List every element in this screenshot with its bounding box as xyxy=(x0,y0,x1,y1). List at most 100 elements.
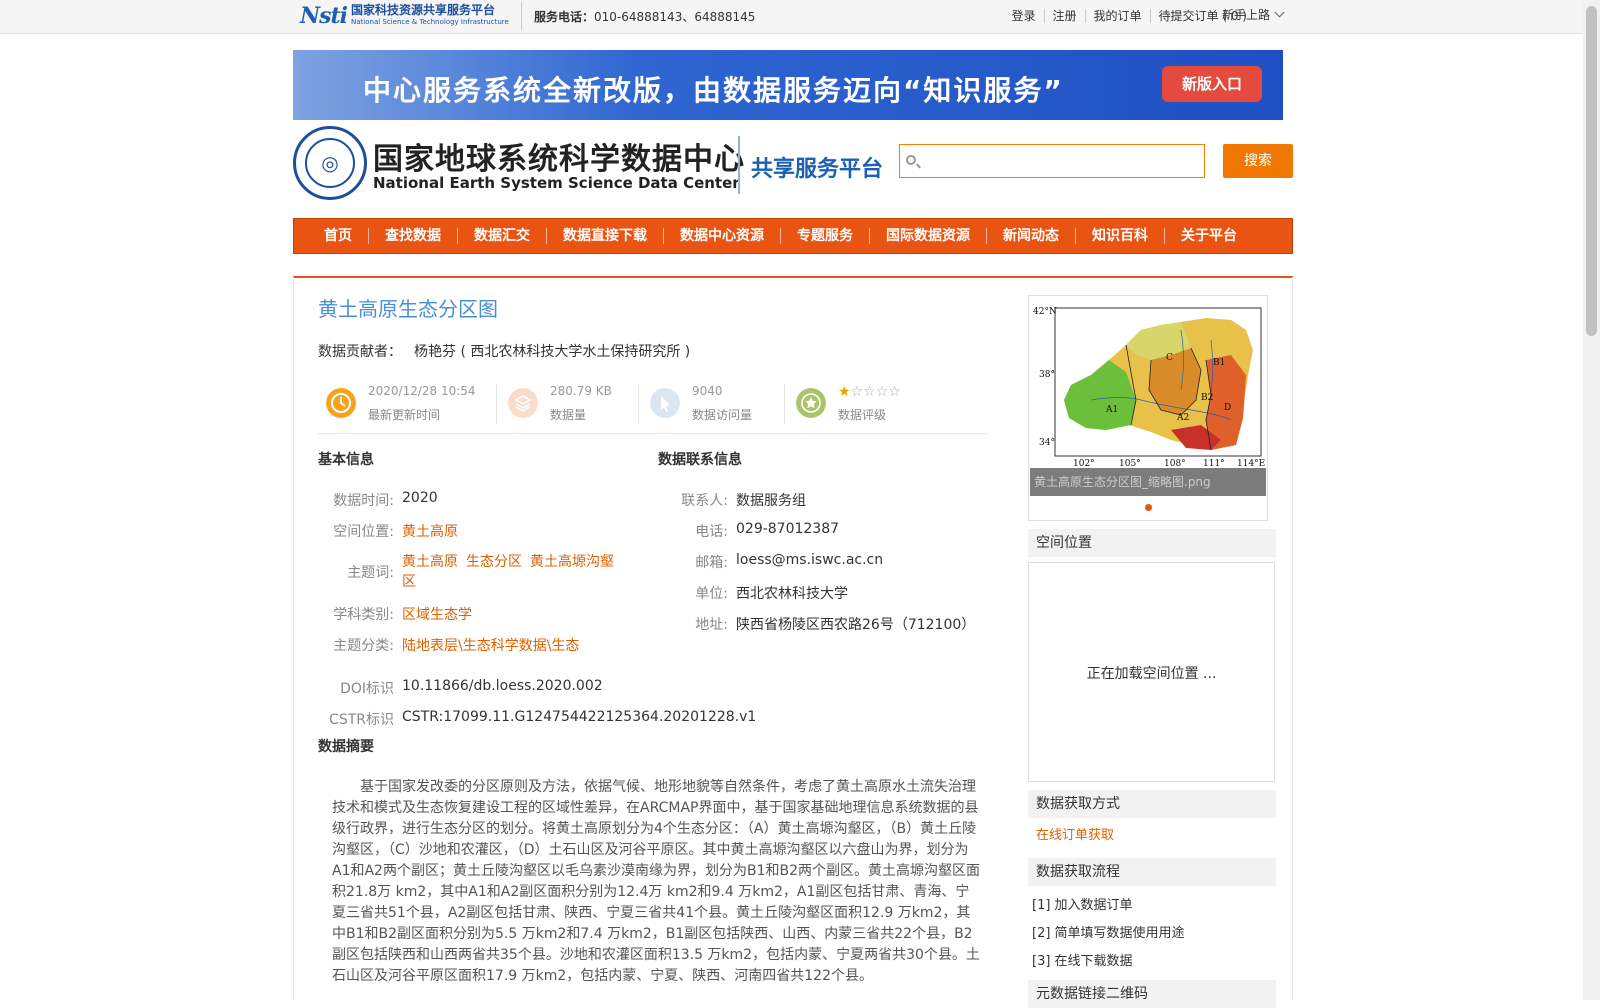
star-badge-icon xyxy=(796,388,826,418)
nsti-logo-mark: Nsti xyxy=(300,3,348,29)
field-doi: DOI标识 10.11866/db.loess.2020.002 xyxy=(318,678,603,698)
rating-star-icon[interactable]: ☆ xyxy=(876,384,889,400)
header-divider xyxy=(738,136,740,194)
spatial-location-header: 空间位置 xyxy=(1028,529,1276,557)
field-unit: 单位: 西北农林科技大学 xyxy=(652,583,848,603)
access-process-header: 数据获取流程 xyxy=(1028,858,1276,886)
field-label: 主题词: xyxy=(347,565,394,581)
emblem-inner: ◎ xyxy=(305,138,355,188)
keyword-link[interactable]: 黄土高原 xyxy=(402,554,458,570)
cursor-icon xyxy=(650,388,680,418)
map-region-label: B1 xyxy=(1213,358,1225,368)
field-subject: 学科类别: 区域生态学 xyxy=(318,604,472,624)
dataset-stats: 2020/12/28 10:54 最新更新时间 280.79 KB 数据量 90… xyxy=(318,380,988,434)
nav-news[interactable]: 新闻动态 xyxy=(987,228,1076,244)
rating-stars[interactable]: ★☆☆☆☆ xyxy=(838,384,901,400)
scrollbar-thumb[interactable] xyxy=(1586,6,1597,336)
keyword-link[interactable]: 生态分区 xyxy=(466,554,522,570)
process-step: [1] 加入数据订单 xyxy=(1032,898,1133,913)
abstract-text: 基于国家发改委的分区原则及方法，依据气候、地形地貌等自然条件，考虑了黄土高原水土… xyxy=(332,779,980,984)
field-value: 029-87012387 xyxy=(736,521,840,537)
search-button[interactable]: 搜索 xyxy=(1223,144,1293,178)
field-label: DOI标识 xyxy=(340,681,394,697)
rating-star-icon[interactable]: ☆ xyxy=(863,384,876,400)
org-name-cn: 国家地球系统科学数据中心 xyxy=(373,142,745,177)
login-link[interactable]: 登录 xyxy=(1004,9,1045,23)
subject-link[interactable]: 区域生态学 xyxy=(402,604,472,624)
rating-star-icon[interactable]: ★ xyxy=(838,384,851,400)
map-region-label: D xyxy=(1224,403,1231,413)
nav-international-resources[interactable]: 国际数据资源 xyxy=(870,228,987,244)
dataset-title: 黄土高原生态分区图 xyxy=(318,297,498,321)
updated-label: 最新更新时间 xyxy=(368,408,441,422)
nav-special-services[interactable]: 专题服务 xyxy=(781,228,870,244)
ncdc-emblem-logo[interactable]: ◎ xyxy=(293,126,367,200)
field-label: CSTR标识 xyxy=(329,712,394,728)
rating-star-icon[interactable]: ☆ xyxy=(888,384,901,400)
nav-about[interactable]: 关于平台 xyxy=(1165,228,1253,244)
category-link[interactable]: 陆地表层\生态科学数据\生态 xyxy=(402,635,579,655)
contributor-value: 杨艳芬 ( 西北农林科技大学水土保持研究所 ) xyxy=(414,344,691,360)
search-input[interactable] xyxy=(922,151,1192,171)
field-value: 2020 xyxy=(402,490,438,506)
field-cstr: CSTR标识 CSTR:17099.11.G124754422125364.20… xyxy=(318,709,756,729)
visits-label: 数据访问量 xyxy=(692,408,753,422)
field-label: 单位: xyxy=(695,586,728,602)
newbie-guide-dropdown[interactable]: 新手上路 xyxy=(1222,6,1285,23)
spatial-location-link[interactable]: 黄土高原 xyxy=(402,521,458,541)
nav-data-submission[interactable]: 数据汇交 xyxy=(458,228,547,244)
doi-value: 10.11866/db.loess.2020.002 xyxy=(402,678,603,694)
nav-knowledge[interactable]: 知识百科 xyxy=(1076,228,1165,244)
nav-home[interactable]: 首页 xyxy=(308,228,369,244)
visits-value: 9040 xyxy=(692,384,723,398)
field-label: 地址: xyxy=(695,617,728,633)
new-version-button[interactable]: 新版入口 xyxy=(1162,66,1262,102)
stat-size: 280.79 KB 数据量 xyxy=(500,380,640,426)
online-order-link[interactable]: 在线订单获取 xyxy=(1036,824,1114,843)
clock-icon xyxy=(326,388,356,418)
stat-updated: 2020/12/28 10:54 最新更新时间 xyxy=(318,380,488,426)
abstract-title: 数据摘要 xyxy=(318,739,374,755)
register-link[interactable]: 注册 xyxy=(1045,9,1086,23)
field-email: 邮箱: loess@ms.iswc.ac.cn xyxy=(652,552,883,572)
stat-rating: ★☆☆☆☆ 数据评级 xyxy=(788,380,968,426)
rating-star-icon[interactable]: ☆ xyxy=(851,384,864,400)
updated-value: 2020/12/28 10:54 xyxy=(368,384,476,398)
thumbnail-caption: 黄土高原生态分区图_缩略图.png xyxy=(1030,468,1266,496)
banner-text: 中心服务系统全新改版，由数据服务迈向“知识服务” xyxy=(363,74,1064,107)
map-region-label: A2 xyxy=(1176,413,1189,423)
top-links: 登录 注册 我的订单 待提交订单 ( 0 ) xyxy=(1004,9,1256,23)
nsti-logo[interactable]: Nsti 国家科技资源共享服务平台 National Science & Tec… xyxy=(300,2,522,30)
service-phone-label: 服务电话： xyxy=(534,10,595,24)
nav-direct-download[interactable]: 数据直接下载 xyxy=(547,228,664,244)
page-scrollbar[interactable] xyxy=(1583,0,1600,1000)
carousel-dot[interactable] xyxy=(1145,504,1152,511)
field-value[interactable]: loess@ms.iswc.ac.cn xyxy=(736,552,883,572)
nsti-logo-cn: 国家科技资源共享服务平台 xyxy=(351,3,496,17)
main-nav: 首页 查找数据 数据汇交 数据直接下载 数据中心资源 专题服务 国际数据资源 新… xyxy=(293,218,1293,254)
spatial-map-box[interactable]: 正在加载空间位置 ... xyxy=(1028,562,1275,782)
field-phone: 电话: 029-87012387 xyxy=(652,521,839,541)
field-value: 陕西省杨陵区西农路26号（712100） xyxy=(736,617,976,633)
spatial-loading-text: 正在加载空间位置 ... xyxy=(1086,666,1217,682)
thumbnail-carousel[interactable]: 42°N 38° 34° 102° 105° 108° 111° 114°E A… xyxy=(1028,295,1268,521)
field-label: 邮箱: xyxy=(695,555,728,571)
chevron-down-icon xyxy=(1274,7,1285,18)
field-address: 地址: 陕西省杨陵区西农路26号（712100） xyxy=(652,614,975,634)
nav-center-resources[interactable]: 数据中心资源 xyxy=(664,228,781,244)
site-header: ◎ 国家地球系统科学数据中心 National Earth System Sci… xyxy=(293,126,1293,206)
promo-banner[interactable]: 中心服务系统全新改版，由数据服务迈向“知识服务” 新版入口 xyxy=(293,50,1283,120)
field-label: 电话: xyxy=(695,524,728,540)
size-value: 280.79 KB xyxy=(550,384,612,398)
map-lat-label: 38° xyxy=(1039,370,1055,380)
search-box xyxy=(899,144,1205,178)
service-phone: 服务电话：010-64888143、64888145 xyxy=(534,8,755,25)
nav-find-data[interactable]: 查找数据 xyxy=(369,228,458,244)
basic-info-title: 基本信息 xyxy=(318,452,374,468)
thumbnail-map-image[interactable]: 42°N 38° 34° 102° 105° 108° 111° 114°E A… xyxy=(1031,300,1265,470)
my-orders-link[interactable]: 我的订单 xyxy=(1086,9,1151,23)
newbie-guide-label: 新手上路 xyxy=(1222,8,1271,22)
field-label: 主题分类: xyxy=(333,638,394,654)
map-region-label: B2 xyxy=(1201,393,1213,403)
platform-name: 共享服务平台 xyxy=(751,157,884,182)
